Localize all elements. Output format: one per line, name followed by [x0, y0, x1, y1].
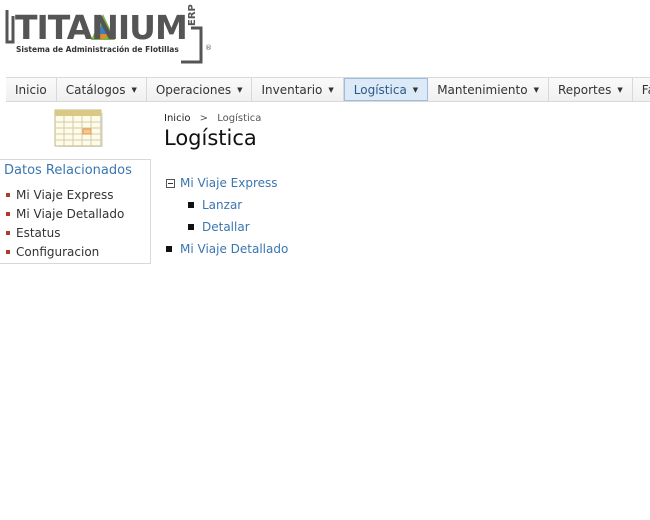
sidebar-item-label: Mi Viaje Detallado [16, 206, 125, 221]
tree-node-lanzar[interactable]: Lanzar [188, 198, 242, 212]
nav-item-inventario[interactable]: Inventario ▼ [252, 78, 344, 101]
nav-item-catalogos[interactable]: Catálogos ▼ [57, 78, 147, 101]
sidebar-item-label: Configuracion [16, 244, 100, 259]
main-nav: Inicio Catálogos ▼ Operaciones ▼ Inventa… [6, 77, 650, 102]
nav-item-label: Catálogos [65, 82, 126, 97]
nav-item-logistica[interactable]: Logística ▼ [343, 78, 429, 101]
breadcrumb: Inicio > Logística [164, 113, 261, 124]
nav-item-label: Facturación [641, 82, 650, 97]
tree-node-detallar[interactable]: Detallar [188, 220, 250, 234]
nav-item-reportes[interactable]: Reportes ▼ [549, 78, 633, 101]
tree-node-label[interactable]: Mi Viaje Detallado [180, 242, 288, 256]
page-title: Logística [164, 126, 257, 150]
nav-item-label: Logística [353, 82, 407, 97]
tree-node-label[interactable]: Lanzar [202, 198, 242, 212]
related-data-panel: Datos Relacionados Mi Viaje Express Mi V… [0, 159, 151, 264]
dropdown-arrow-icon: ▼ [237, 85, 243, 94]
bullet-icon [6, 192, 10, 197]
nav-item-label: Operaciones [155, 82, 232, 97]
nav-item-facturacion[interactable]: Facturación [633, 78, 650, 101]
sidebar-item-mi-viaje-detallado[interactable]: Mi Viaje Detallado [6, 204, 124, 223]
dropdown-arrow-icon: ▼ [328, 85, 334, 94]
logo-registered-mark: ® [205, 44, 212, 52]
sidebar-item-mi-viaje-express[interactable]: Mi Viaje Express [6, 185, 124, 204]
bullet-icon [6, 230, 10, 235]
nav-item-mantenimiento[interactable]: Mantenimiento ▼ [428, 78, 549, 101]
sidebar-item-configuracion[interactable]: Configuracion [6, 242, 124, 261]
bullet-icon [6, 211, 10, 216]
sidebar-item-estatus[interactable]: Estatus [6, 223, 124, 242]
breadcrumb-separator: > [199, 113, 209, 124]
nav-item-label: Reportes [557, 82, 612, 97]
collapse-toggle-icon[interactable] [166, 178, 175, 188]
logo-erp-label: ERP [187, 4, 198, 26]
titanium-logo: TITANIUM ERP Sistema de Administración d… [5, 4, 215, 66]
nav-item-label: Inicio [15, 82, 47, 97]
logo-wordmark: TITANIUM [15, 8, 188, 47]
breadcrumb-current: Logística [217, 113, 262, 124]
square-bullet-icon [166, 246, 172, 252]
dropdown-arrow-icon: ▼ [412, 85, 419, 94]
logo-subtitle: Sistema de Administración de Flotillas [16, 45, 179, 54]
tree-node-label[interactable]: Detallar [202, 220, 250, 234]
square-bullet-icon [188, 202, 194, 208]
nav-item-label: Mantenimiento [437, 82, 528, 97]
sidebar-item-label: Mi Viaje Express [16, 187, 114, 202]
sidebar-list: Mi Viaje Express Mi Viaje Detallado Esta… [6, 185, 124, 261]
dropdown-arrow-icon: ▼ [533, 85, 539, 94]
square-bullet-icon [188, 224, 194, 230]
sidebar-title: Datos Relacionados [4, 163, 132, 178]
bullet-icon [6, 249, 10, 254]
dropdown-arrow-icon: ▼ [617, 85, 623, 94]
nav-item-operaciones[interactable]: Operaciones ▼ [147, 78, 253, 101]
nav-item-label: Inventario [261, 82, 323, 97]
nav-item-inicio[interactable]: Inicio [6, 78, 57, 101]
breadcrumb-home-link[interactable]: Inicio [164, 113, 190, 124]
sidebar-item-label: Estatus [16, 225, 61, 240]
dropdown-arrow-icon: ▼ [131, 85, 137, 94]
tree-node-label[interactable]: Mi Viaje Express [180, 176, 278, 190]
calendar-icon [54, 109, 103, 147]
tree-node-mi-viaje-express[interactable]: Mi Viaje Express [166, 176, 278, 190]
tree-node-mi-viaje-detallado[interactable]: Mi Viaje Detallado [166, 242, 288, 256]
